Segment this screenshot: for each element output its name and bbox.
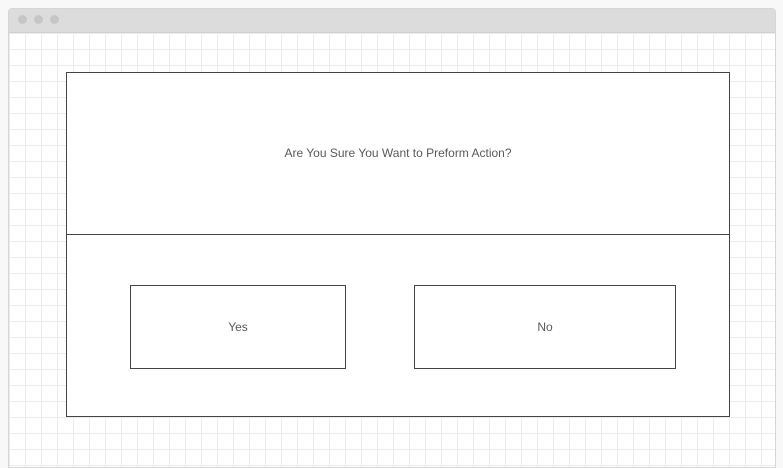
browser-window: Are You Sure You Want to Preform Action?… bbox=[8, 8, 776, 468]
no-button[interactable]: No bbox=[414, 285, 676, 369]
window-minimize-dot-icon[interactable] bbox=[34, 15, 43, 24]
yes-button[interactable]: Yes bbox=[130, 285, 346, 369]
dialog-message-area: Are You Sure You Want to Preform Action? bbox=[67, 73, 729, 235]
confirmation-dialog: Are You Sure You Want to Preform Action?… bbox=[66, 72, 730, 417]
window-maximize-dot-icon[interactable] bbox=[50, 15, 59, 24]
dialog-message: Are You Sure You Want to Preform Action? bbox=[284, 145, 512, 160]
window-close-dot-icon[interactable] bbox=[18, 15, 27, 24]
window-titlebar bbox=[9, 9, 775, 33]
